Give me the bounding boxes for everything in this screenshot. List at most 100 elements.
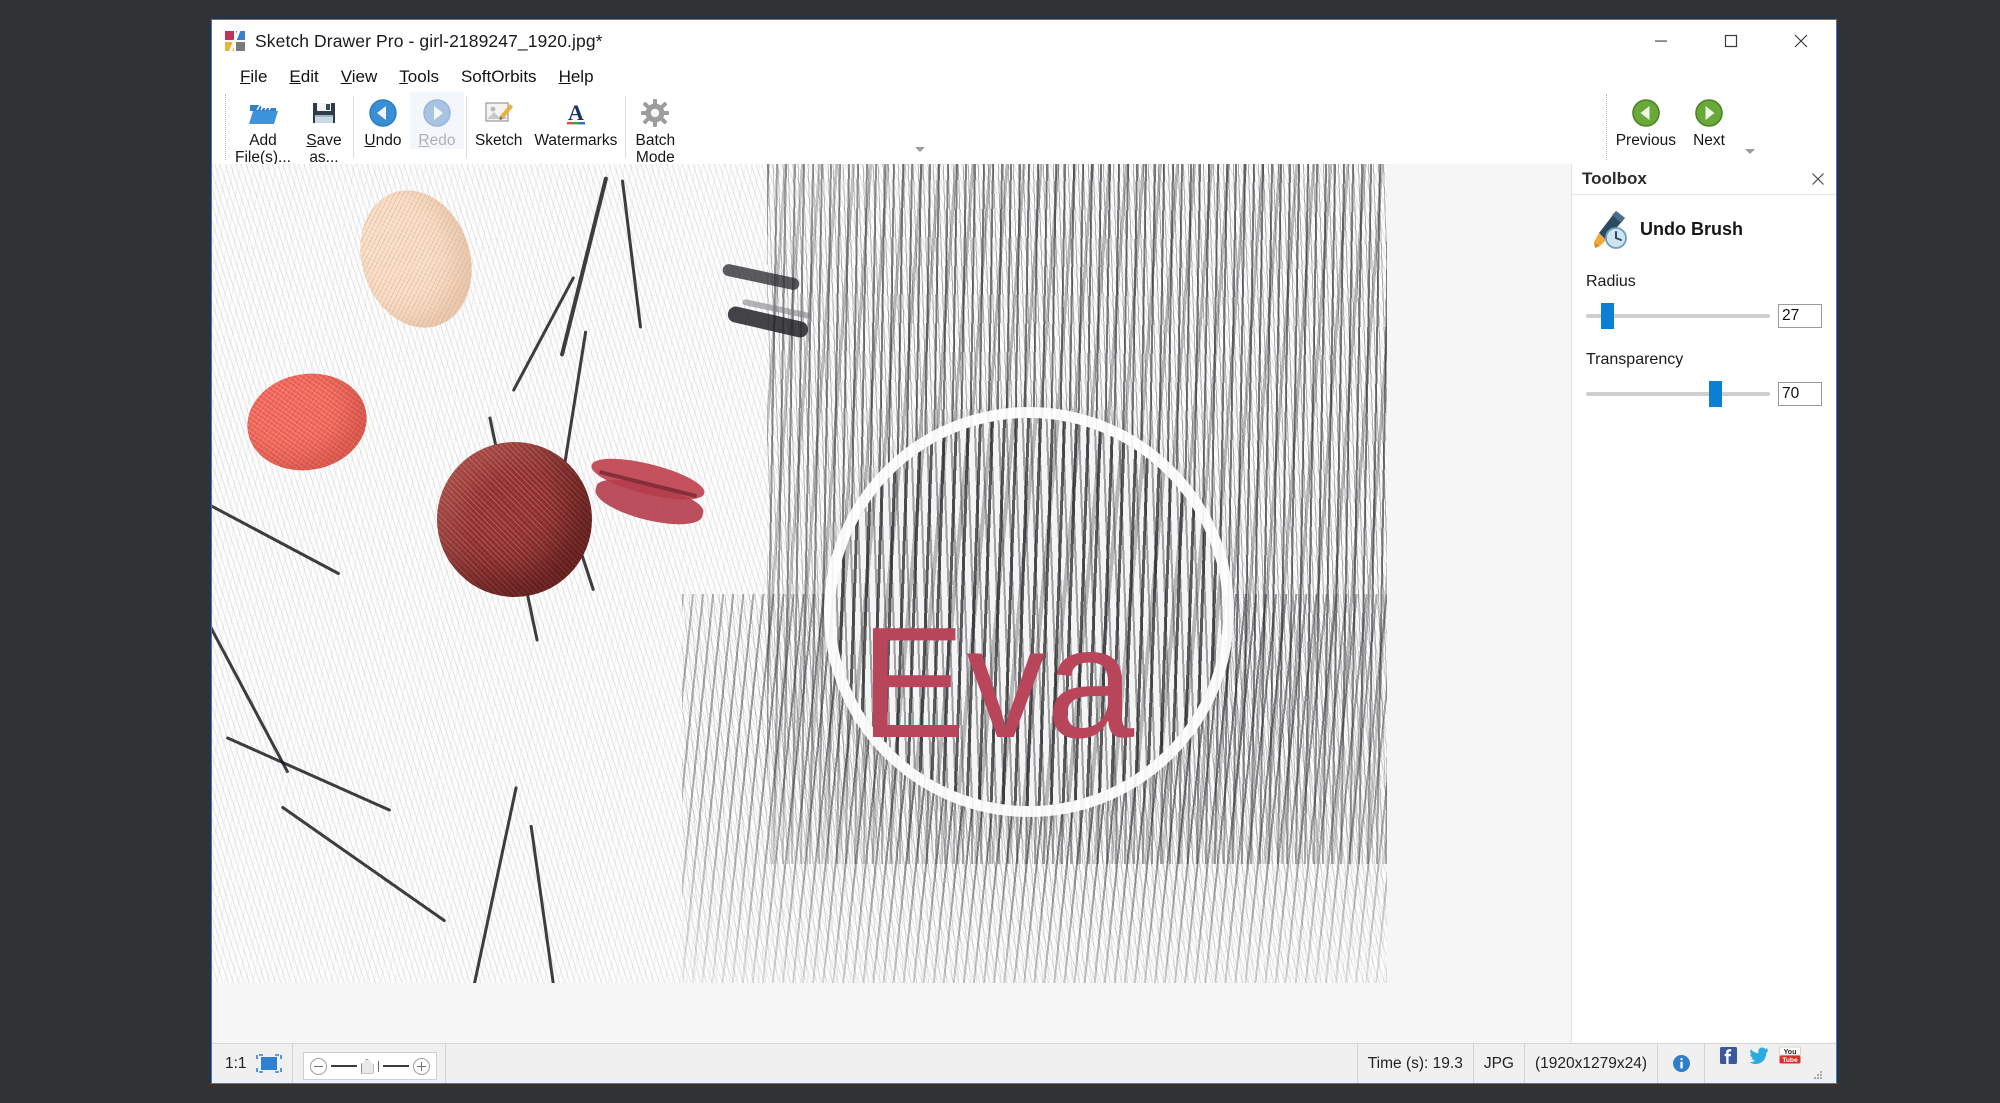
toolbar-separator-2 [465, 96, 467, 158]
previous-button[interactable]: Previous [1610, 92, 1682, 149]
radius-label: Radius [1586, 273, 1636, 290]
zoom-ratio-cell[interactable]: 1:1 [212, 1044, 293, 1083]
batch-mode-button[interactable]: Batch Mode [628, 92, 682, 166]
watermark-text: Eva [860, 595, 1136, 771]
close-icon [1812, 173, 1824, 185]
redo-arrow-icon [422, 96, 452, 130]
navigation-group: Previous Next [1603, 92, 1736, 160]
toolbox-header: Toolbox [1572, 164, 1836, 194]
radius-value-input[interactable]: 27 [1778, 304, 1822, 328]
radius-slider[interactable] [1586, 303, 1770, 329]
radius-slider-block: Radius 27 [1586, 273, 1822, 329]
main-area: Eva Toolbox Undo Brush Radius 27 Transpa… [212, 164, 1836, 1043]
transparency-value-input[interactable]: 70 [1778, 382, 1822, 406]
menu-edit[interactable]: Edit [278, 65, 329, 89]
zoom-out-icon[interactable] [309, 1057, 327, 1075]
zoom-ratio-label: 1:1 [225, 1054, 247, 1072]
zoom-in-icon[interactable] [412, 1057, 430, 1075]
toolbar-separator [352, 96, 354, 158]
floppy-disk-icon [311, 96, 337, 130]
time-cell: Time (s): 19.3 [1358, 1044, 1474, 1083]
undo-label: Undo [364, 132, 402, 149]
format-label: JPG [1483, 1054, 1514, 1072]
info-cell[interactable] [1658, 1044, 1705, 1083]
menu-view[interactable]: View [330, 65, 389, 89]
zoom-track-left [330, 1065, 357, 1067]
social-links: You Tube [1705, 1044, 1836, 1083]
nav-overflow-icon[interactable] [1742, 144, 1758, 160]
status-spacer [446, 1044, 1358, 1083]
redo-button[interactable]: Redo [409, 92, 464, 149]
minimize-button[interactable] [1626, 20, 1696, 62]
next-label: Next [1693, 132, 1725, 149]
toolbar-grip [225, 94, 226, 160]
close-button[interactable] [1766, 20, 1836, 62]
watermarks-button[interactable]: A Watermarks [528, 92, 623, 149]
gear-icon [640, 96, 670, 130]
watermarks-label: Watermarks [534, 132, 618, 149]
dimensions-label: (1920x1279x24) [1534, 1054, 1647, 1072]
active-tool-header: Undo Brush [1586, 207, 1822, 251]
toolbox-body: Undo Brush Radius 27 Transparency 70 [1572, 194, 1836, 1043]
transparency-label: Transparency [1586, 351, 1684, 368]
transparency-slider-thumb[interactable] [1709, 381, 1723, 407]
green-right-arrow-icon [1694, 96, 1724, 130]
toolbox-close-button[interactable] [1809, 170, 1827, 188]
add-files-label: Add File(s)... [235, 132, 291, 166]
sketch-button[interactable]: Sketch [469, 92, 528, 149]
transparency-slider[interactable] [1586, 381, 1770, 407]
zoom-slider-handle[interactable] [360, 1058, 374, 1074]
menu-bar: File Edit View Tools SoftOrbits Help [212, 62, 1836, 92]
green-left-arrow-icon [1631, 96, 1661, 130]
sketch-photo-icon [484, 96, 514, 130]
zoom-slider-cell [293, 1044, 446, 1083]
transparency-slider-track [1586, 392, 1770, 396]
format-cell: JPG [1474, 1044, 1525, 1083]
zoom-center-tick [377, 1060, 379, 1072]
menu-tools[interactable]: Tools [388, 65, 450, 89]
radius-slider-thumb[interactable] [1600, 303, 1614, 329]
youtube-icon[interactable]: You Tube [1777, 1044, 1803, 1066]
facebook-icon[interactable] [1715, 1044, 1741, 1066]
info-icon[interactable] [1668, 1053, 1694, 1075]
undo-button[interactable]: Undo [356, 92, 410, 149]
toolbar-overflow-icon[interactable] [912, 142, 928, 158]
window-title: Sketch Drawer Pro - girl-2189247_1920.jp… [255, 30, 603, 51]
maximize-button[interactable] [1696, 20, 1766, 62]
twitter-icon[interactable] [1746, 1044, 1772, 1066]
status-bar: 1:1 Time (s): 19.3 JPG (1920x1279x24) Yo… [212, 1043, 1836, 1083]
save-as-label: Save as... [306, 132, 342, 166]
minimize-icon [1655, 40, 1667, 42]
redo-label: Redo [418, 132, 456, 149]
zoom-track-right [382, 1065, 409, 1067]
add-files-button[interactable]: Add File(s)... [229, 92, 297, 166]
transparency-slider-block: Transparency 70 [1586, 351, 1822, 407]
title-bar: Sketch Drawer Pro - girl-2189247_1920.jp… [212, 20, 1836, 62]
menu-softorbits[interactable]: SoftOrbits [450, 65, 548, 89]
sketch-image[interactable]: Eva [212, 164, 1387, 983]
svg-text:You: You [1784, 1048, 1797, 1055]
zoom-slider-widget[interactable] [302, 1052, 437, 1080]
letter-a-icon: A [562, 96, 590, 130]
toolbox-title: Toolbox [1582, 169, 1647, 188]
menu-file[interactable]: File [229, 65, 278, 89]
application-window: Sketch Drawer Pro - girl-2189247_1920.jp… [211, 19, 1837, 1084]
toolbox-panel: Toolbox Undo Brush Radius 27 Transparenc… [1571, 164, 1836, 1043]
sketch-label: Sketch [474, 132, 523, 149]
svg-text:A: A [568, 100, 584, 125]
undo-arrow-icon [368, 96, 398, 130]
maximize-icon [1724, 34, 1738, 48]
active-tool-name: Undo Brush [1640, 218, 1743, 239]
menu-help[interactable]: Help [548, 65, 605, 89]
save-as-button[interactable]: Save as... [297, 92, 351, 166]
time-label: Time (s): 19.3 [1367, 1054, 1463, 1072]
next-button[interactable]: Next [1682, 92, 1736, 149]
resize-grip-icon[interactable] [1808, 1044, 1826, 1083]
pencil-sketch-artwork: Eva [212, 164, 1387, 983]
undo-brush-icon [1586, 207, 1630, 251]
image-canvas[interactable]: Eva [212, 164, 1571, 1043]
svg-text:Tube: Tube [1782, 1057, 1798, 1064]
fit-to-window-icon[interactable] [255, 1054, 282, 1073]
window-controls [1626, 20, 1836, 62]
dimensions-cell: (1920x1279x24) [1525, 1044, 1658, 1083]
